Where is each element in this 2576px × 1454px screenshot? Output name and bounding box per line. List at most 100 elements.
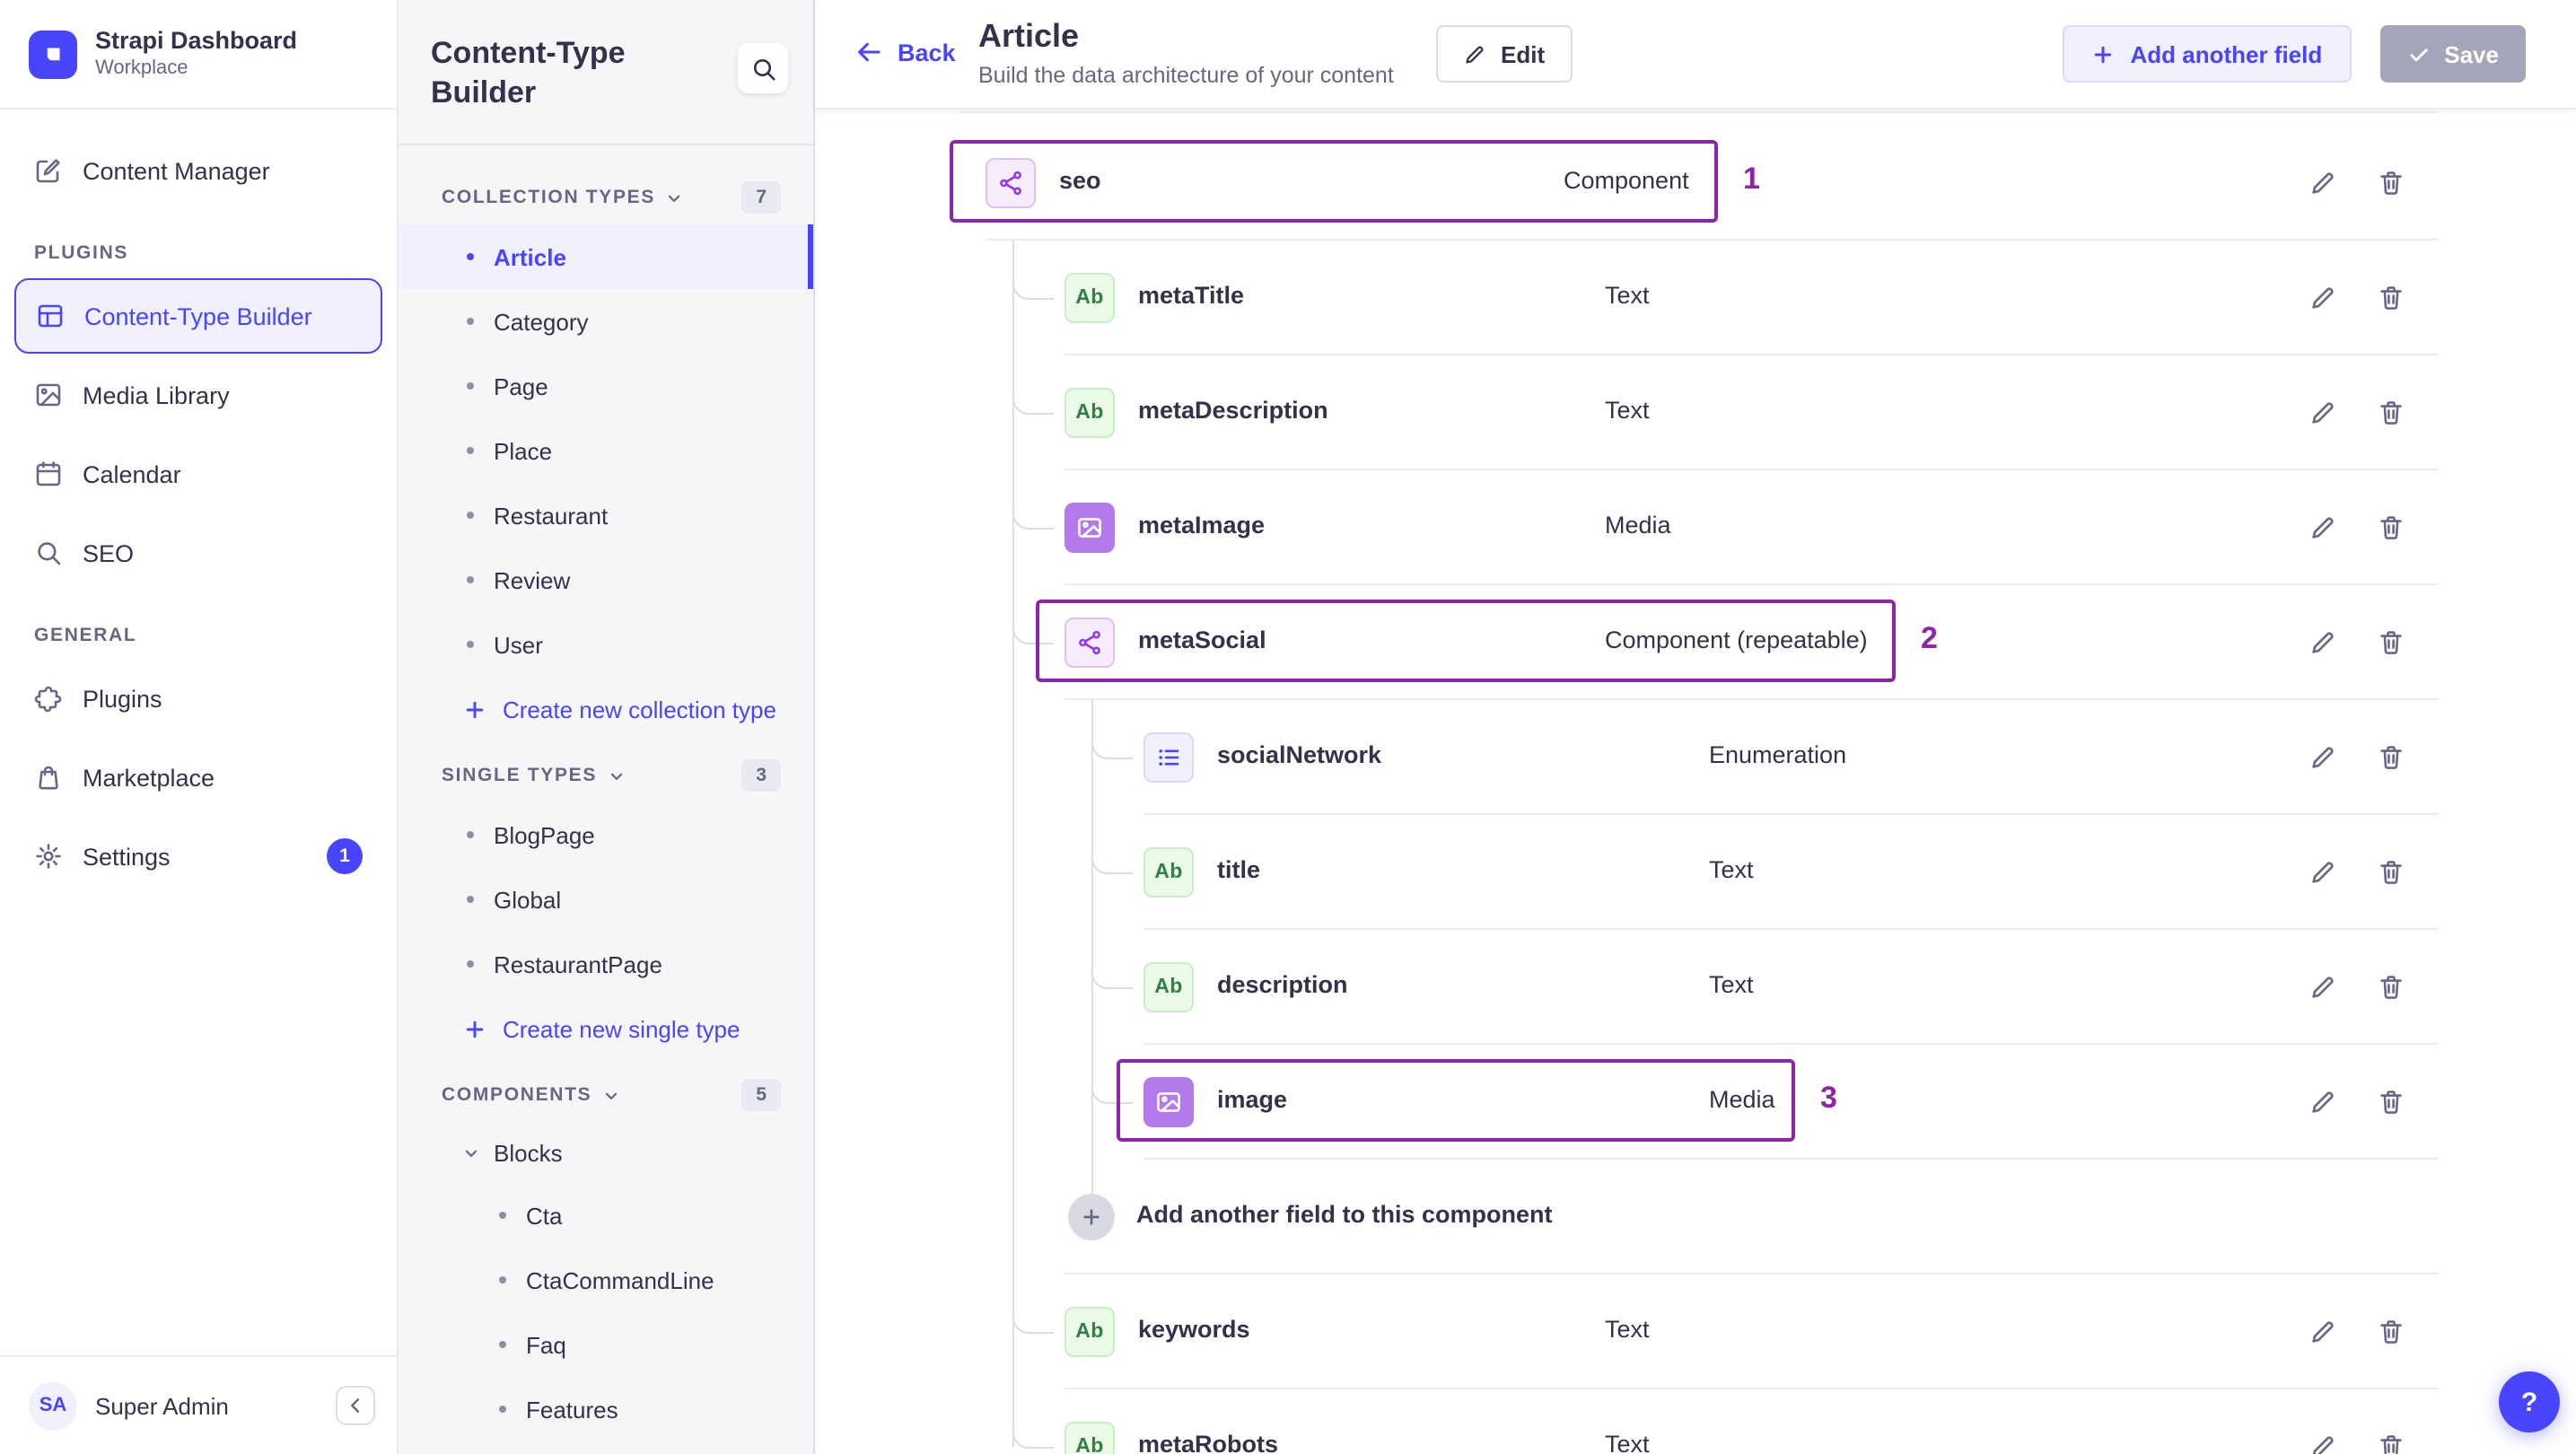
nav-item-label: Content-Type Builder — [84, 302, 312, 329]
field-row-seo: seo Component 1 — [950, 126, 2438, 241]
edit-field-button[interactable] — [2309, 1088, 2337, 1117]
add-field-to-component-button[interactable] — [1068, 1194, 1115, 1240]
main-content: Back Article Build the data architecture… — [815, 0, 2576, 1454]
bullet-icon — [467, 576, 474, 584]
pencil-icon — [1463, 42, 1486, 66]
panel-item-place[interactable]: Place — [399, 418, 813, 483]
sidebar-item-settings[interactable]: Settings 1 — [14, 817, 382, 896]
panel-section-single-types[interactable]: SINGLE TYPES 3 — [424, 749, 788, 802]
brand[interactable]: Strapi Dashboard Workplace — [0, 0, 397, 109]
panel-item-review[interactable]: Review — [399, 547, 813, 612]
field-type: Text — [1605, 1431, 1650, 1454]
panel-item-label: Features — [526, 1396, 618, 1423]
field-name: metaDescription — [1138, 397, 1328, 424]
panel-item-ctacommandline[interactable]: CtaCommandLine — [399, 1248, 813, 1312]
panel-item-label: Article — [494, 243, 566, 271]
panel-item-features[interactable]: Features — [399, 1377, 813, 1441]
delete-field-button[interactable] — [2377, 513, 2405, 542]
delete-field-button[interactable] — [2377, 399, 2405, 427]
panel-item-label: RestaurantPage — [494, 950, 662, 978]
bullet-icon — [499, 1276, 506, 1284]
panel-item-label: Restaurant — [494, 502, 609, 530]
panel-item-article[interactable]: Article — [399, 224, 813, 290]
field-type: Media — [1709, 1086, 1775, 1113]
edit-field-button[interactable] — [2309, 858, 2337, 887]
chevron-down-icon — [608, 767, 624, 784]
text-field-icon: Ab — [1143, 847, 1194, 898]
bullet-icon — [467, 896, 474, 904]
sidebar-item-plugins[interactable]: Plugins — [14, 659, 382, 738]
panel-item-label: Global — [494, 886, 562, 914]
edit-field-button[interactable] — [2309, 169, 2337, 197]
field-row-socialnetwork: socialNetwork Enumeration — [959, 700, 2438, 815]
help-button[interactable]: ? — [2499, 1371, 2560, 1432]
delete-field-button[interactable] — [2377, 858, 2405, 887]
field-type: Text — [1709, 856, 1754, 883]
sidebar-item-calendar[interactable]: Calendar — [14, 434, 382, 513]
sidebar-item-content-manager[interactable]: Content Manager — [14, 131, 382, 210]
panel-item-category[interactable]: Category — [399, 289, 813, 354]
panel-group-label: Blocks — [494, 1139, 563, 1167]
panel-item-cta[interactable]: Cta — [399, 1183, 813, 1248]
text-field-icon: Ab — [1065, 1422, 1115, 1454]
add-another-field-button[interactable]: Add another field — [2062, 25, 2352, 83]
edit-field-button[interactable] — [2309, 743, 2337, 772]
edit-field-button[interactable] — [2309, 1432, 2337, 1454]
edit-field-button[interactable] — [2309, 284, 2337, 312]
panel-group-blocks[interactable]: Blocks — [424, 1122, 788, 1183]
field-row-metatitle: Ab metaTitle Text — [959, 241, 2438, 355]
plus-icon — [463, 697, 486, 721]
create-new-collection-type-link[interactable]: Create new collection type — [424, 677, 788, 741]
save-button[interactable]: Save — [2379, 25, 2526, 83]
panel-item-page[interactable]: Page — [399, 354, 813, 418]
create-new-single-type-link[interactable]: Create new single type — [424, 996, 788, 1061]
collapse-sidebar-button[interactable] — [336, 1386, 375, 1425]
field-row-metadescription: Ab metaDescription Text — [959, 355, 2438, 470]
back-link[interactable]: Back — [854, 38, 956, 66]
chevron-down-icon — [666, 189, 682, 206]
count-badge: 5 — [741, 1079, 781, 1112]
sidebar-item-marketplace[interactable]: Marketplace — [14, 738, 382, 817]
search-button[interactable] — [738, 43, 788, 93]
panel-item-user[interactable]: User — [399, 612, 813, 677]
panel-section-components[interactable]: COMPONENTS 5 — [424, 1068, 788, 1122]
edit-field-button[interactable] — [2309, 1318, 2337, 1346]
text-field-icon: Ab — [1143, 962, 1194, 1012]
bullet-icon — [467, 831, 474, 839]
edit-field-button[interactable] — [2309, 628, 2337, 657]
add-another-field-label: Add another field — [2130, 40, 2323, 67]
delete-field-button[interactable] — [2377, 1318, 2405, 1346]
field-type: Component — [1564, 167, 1689, 194]
edit-field-button[interactable] — [2309, 399, 2337, 427]
delete-field-button[interactable] — [2377, 743, 2405, 772]
sidebar-nav: Content Manager PLUGINS Content-Type Build… — [0, 109, 397, 1355]
panel-item-blogpage[interactable]: BlogPage — [399, 802, 813, 867]
panel-item-restaurantpage[interactable]: RestaurantPage — [399, 932, 813, 996]
panel-item-faq[interactable]: Faq — [399, 1312, 813, 1377]
add-field-to-component-label[interactable]: Add another field to this component — [1136, 1201, 1553, 1228]
strapi-logo-icon — [29, 30, 77, 78]
media-field-icon — [1065, 503, 1115, 553]
delete-field-button[interactable] — [2377, 628, 2405, 657]
delete-field-button[interactable] — [2377, 973, 2405, 1002]
panel-section-collection-types[interactable]: COLLECTION TYPES 7 — [424, 171, 788, 224]
delete-field-button[interactable] — [2377, 1432, 2405, 1454]
chevron-down-icon — [602, 1087, 618, 1103]
delete-field-button[interactable] — [2377, 1088, 2405, 1117]
workspace-name: Workplace — [95, 57, 188, 79]
back-label: Back — [898, 39, 956, 66]
panel-item-global[interactable]: Global — [399, 867, 813, 932]
panel-item-restaurant[interactable]: Restaurant — [399, 483, 813, 547]
content-manager-icon — [34, 156, 63, 185]
edit-field-button[interactable] — [2309, 513, 2337, 542]
delete-field-button[interactable] — [2377, 284, 2405, 312]
delete-field-button[interactable] — [2377, 169, 2405, 197]
page-subtitle: Build the data architecture of your cont… — [978, 62, 1394, 88]
edit-button[interactable]: Edit — [1436, 25, 1573, 83]
sidebar-item-seo[interactable]: SEO — [14, 513, 382, 592]
sidebar-item-content-type-builder[interactable]: Content-Type Builder — [14, 278, 382, 354]
field-row-metaimage: metaImage Media — [959, 470, 2438, 585]
edit-field-button[interactable] — [2309, 973, 2337, 1002]
brand-text: Strapi Dashboard Workplace — [95, 26, 297, 81]
sidebar-item-media-library[interactable]: Media Library — [14, 355, 382, 434]
